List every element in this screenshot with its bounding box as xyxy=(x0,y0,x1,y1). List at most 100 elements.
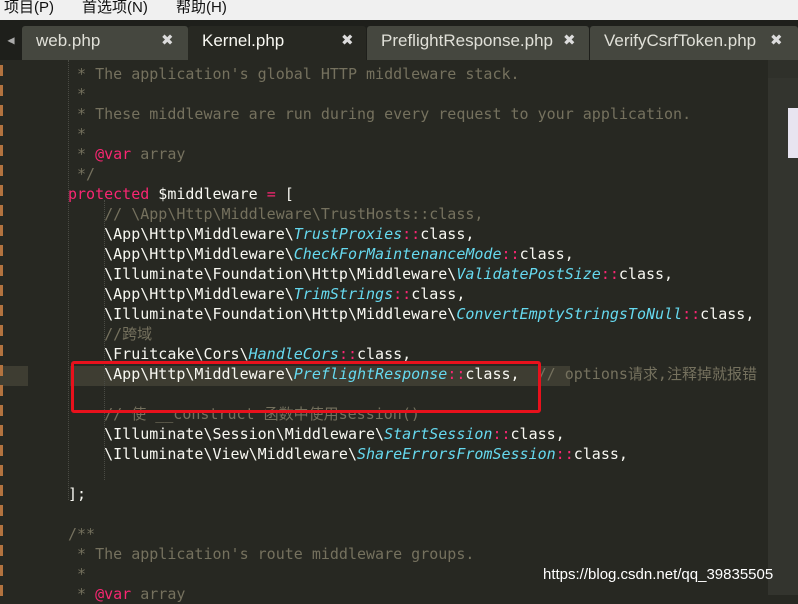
code-line[interactable]: /** xyxy=(68,524,95,544)
code-line[interactable]: \App\Http\Middleware\TrimStrings::class, xyxy=(68,284,465,304)
code-token: \App\Http\Middleware\ xyxy=(68,225,294,243)
gutter-mark xyxy=(0,225,3,236)
gutter-mark xyxy=(0,125,3,136)
code-line[interactable]: \Illuminate\Foundation\Http\Middleware\C… xyxy=(68,304,754,324)
close-icon[interactable]: ✖ xyxy=(770,31,783,49)
gutter-mark xyxy=(0,65,3,76)
gutter-mark xyxy=(0,485,3,496)
gutter-mark xyxy=(0,345,3,356)
code-token: \Illuminate\Session\Middleware\ xyxy=(68,425,385,443)
code-line[interactable]: * The application's route middleware gro… xyxy=(68,544,474,564)
code-token: class, xyxy=(618,265,674,283)
code-line[interactable]: // \App\Http\Middleware\TrustHosts::clas… xyxy=(68,204,483,224)
close-icon[interactable]: ✖ xyxy=(341,31,354,49)
gutter-mark xyxy=(0,85,3,96)
gutter-mark xyxy=(0,545,3,556)
code-token: ValidatePostSize xyxy=(456,265,601,283)
code-token: TrimStrings xyxy=(293,285,394,303)
menu-bar: 项目(P) 首选项(N) 帮助(H) xyxy=(0,0,798,20)
tab-label: VerifyCsrfToken.php xyxy=(604,31,757,50)
tab-label: web.php xyxy=(36,31,101,50)
gutter-mark xyxy=(0,385,3,396)
code-token: * xyxy=(68,145,96,163)
line-number-gutter xyxy=(0,60,30,596)
gutter-mark xyxy=(0,365,3,376)
code-token: * The application's global HTTP middlewa… xyxy=(68,65,520,83)
code-token: * The application's route middleware gro… xyxy=(68,545,475,563)
tab-label: Kernel.php xyxy=(202,31,285,50)
annotation-highlight-box xyxy=(71,361,541,413)
code-token: class, xyxy=(510,425,565,443)
menu-item-preferences[interactable]: 首选项(N) xyxy=(82,0,148,17)
code-line[interactable]: * xyxy=(68,84,86,104)
minimap[interactable] xyxy=(768,60,798,595)
code-line[interactable]: \App\Http\Middleware\TrustProxies::class… xyxy=(68,224,474,244)
code-token: array xyxy=(131,585,186,603)
code-token: /** xyxy=(68,525,96,543)
gutter-mark xyxy=(0,105,3,116)
code-token: class, xyxy=(519,245,574,263)
menu-item-project[interactable]: 项目(P) xyxy=(4,0,54,17)
code-token: @var xyxy=(95,145,132,163)
code-line[interactable]: * xyxy=(68,124,86,144)
code-token: \App\Http\Middleware\ xyxy=(68,285,294,303)
code-line[interactable]: * @var array xyxy=(68,144,185,164)
current-line-gutter-highlight xyxy=(0,366,28,386)
code-line[interactable]: \App\Http\Middleware\CheckForMaintenance… xyxy=(68,244,574,264)
code-token: [ xyxy=(275,185,294,203)
gutter-mark xyxy=(0,325,3,336)
code-token: * These middleware are run during every … xyxy=(68,105,692,123)
tab-bar: ◀ web.php ✖ Kernel.php ✖ PreflightRespon… xyxy=(0,20,798,60)
code-token: = xyxy=(266,185,276,203)
tab-kernel-php[interactable]: Kernel.php ✖ xyxy=(188,26,366,60)
gutter-mark xyxy=(0,405,3,416)
code-token: */ xyxy=(68,165,96,183)
gutter-mark xyxy=(0,425,3,436)
tab-verify-csrf-token-php[interactable]: VerifyCsrfToken.php ✖ xyxy=(590,26,798,60)
code-token: :: xyxy=(402,225,421,243)
code-token: CheckForMaintenanceMode xyxy=(293,245,502,263)
code-line[interactable]: ]; xyxy=(68,484,86,504)
code-line[interactable]: \Illuminate\Session\Middleware\StartSess… xyxy=(68,424,565,444)
code-line[interactable]: * These middleware are run during every … xyxy=(68,104,691,124)
minimap-thumb[interactable] xyxy=(788,108,798,158)
code-token: array xyxy=(131,145,186,163)
code-editor[interactable]: * The application's global HTTP middlewa… xyxy=(30,60,768,603)
code-line[interactable]: * @var array xyxy=(68,584,185,604)
gutter-mark xyxy=(0,465,3,476)
gutter-mark xyxy=(0,525,3,536)
code-line[interactable]: \Illuminate\Foundation\Http\Middleware\V… xyxy=(68,264,673,284)
gutter-mark xyxy=(0,445,3,456)
code-line[interactable]: //跨域 xyxy=(68,324,152,344)
code-token: * xyxy=(68,585,96,603)
code-token: StartSession xyxy=(384,425,493,443)
tab-preflight-response-php[interactable]: PreflightResponse.php ✖ xyxy=(367,26,589,60)
tab-scroll-left-icon[interactable]: ◀ xyxy=(0,20,22,60)
gutter-mark xyxy=(0,565,3,576)
code-line[interactable]: protected $middleware = [ xyxy=(68,184,294,204)
code-token: // \App\Http\Middleware\TrustHosts::clas… xyxy=(68,205,484,223)
close-icon[interactable]: ✖ xyxy=(563,31,576,49)
gutter-mark xyxy=(0,265,3,276)
code-token: * xyxy=(68,565,87,583)
gutter-mark xyxy=(0,185,3,196)
code-token: * xyxy=(68,125,87,143)
code-token: TrustProxies xyxy=(293,225,403,243)
menu-item-help[interactable]: 帮助(H) xyxy=(176,0,227,17)
code-line[interactable]: * xyxy=(68,564,86,584)
code-token: * xyxy=(68,85,87,103)
code-token: :: xyxy=(600,265,619,283)
code-token: :: xyxy=(682,305,701,323)
tab-web-php[interactable]: web.php ✖ xyxy=(22,26,188,60)
gutter-mark xyxy=(0,205,3,216)
code-line[interactable]: * The application's global HTTP middlewa… xyxy=(68,64,520,84)
code-line[interactable]: \Illuminate\View\Middleware\ShareErrorsF… xyxy=(68,444,628,464)
code-token: class, xyxy=(573,445,628,463)
gutter-mark xyxy=(0,165,3,176)
code-token: class, xyxy=(411,285,466,303)
code-token: :: xyxy=(492,425,511,443)
close-icon[interactable]: ✖ xyxy=(161,31,174,49)
code-line[interactable]: */ xyxy=(68,164,95,184)
code-token: \App\Http\Middleware\ xyxy=(68,245,294,263)
gutter-mark xyxy=(0,585,3,596)
